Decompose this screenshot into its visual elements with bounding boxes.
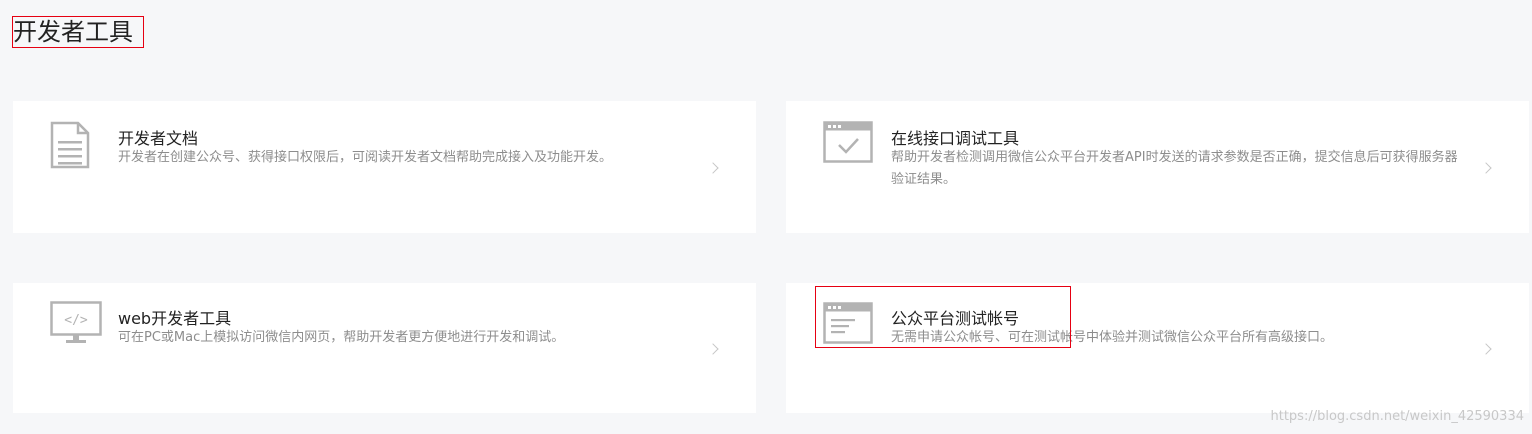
code-monitor-icon: </> xyxy=(50,301,102,343)
document-icon xyxy=(50,121,90,169)
card-description: 开发者在创建公众号、获得接口权限后，可阅读开发者文档帮助完成接入及功能开发。 xyxy=(118,150,613,165)
chevron-right-icon xyxy=(1480,162,1492,174)
card-description: 帮助开发者检测调用微信公众平台开发者API时发送的请求参数是否正确，提交信息后可… xyxy=(891,150,1458,187)
card-title: 在线接口调试工具 xyxy=(891,129,1020,148)
card-online-api-debug[interactable]: 在线接口调试工具 帮助开发者检测调用微信公众平台开发者API时发送的请求参数是否… xyxy=(786,101,1529,233)
svg-text:</>: </> xyxy=(64,313,88,328)
card-title: web开发者工具 xyxy=(118,309,232,328)
page-title: 开发者工具 xyxy=(12,16,144,48)
card-title: 开发者文档 xyxy=(118,129,199,148)
check-window-icon xyxy=(823,121,873,163)
card-description: 可在PC或Mac上模拟访问微信内网页，帮助开发者更方便地进行开发和调试。 xyxy=(118,330,565,345)
card-description: 无需申请公众帐号、可在测试帐号中体验并测试微信公众平台所有高级接口。 xyxy=(891,330,1334,345)
card-developer-docs[interactable]: 开发者文档 开发者在创建公众号、获得接口权限后，可阅读开发者文档帮助完成接入及功… xyxy=(13,101,756,233)
window-lines-icon xyxy=(823,302,873,344)
chevron-right-icon xyxy=(707,343,719,355)
card-web-devtools[interactable]: </> web开发者工具 可在PC或Mac上模拟访问微信内网页，帮助开发者更方便… xyxy=(13,283,756,413)
watermark: https://blog.csdn.net/weixin_42590334 xyxy=(1270,409,1524,424)
card-test-account[interactable]: 公众平台测试帐号 无需申请公众帐号、可在测试帐号中体验并测试微信公众平台所有高级… xyxy=(786,283,1529,413)
card-title: 公众平台测试帐号 xyxy=(891,309,1020,328)
chevron-right-icon xyxy=(1480,343,1492,355)
chevron-right-icon xyxy=(707,162,719,174)
